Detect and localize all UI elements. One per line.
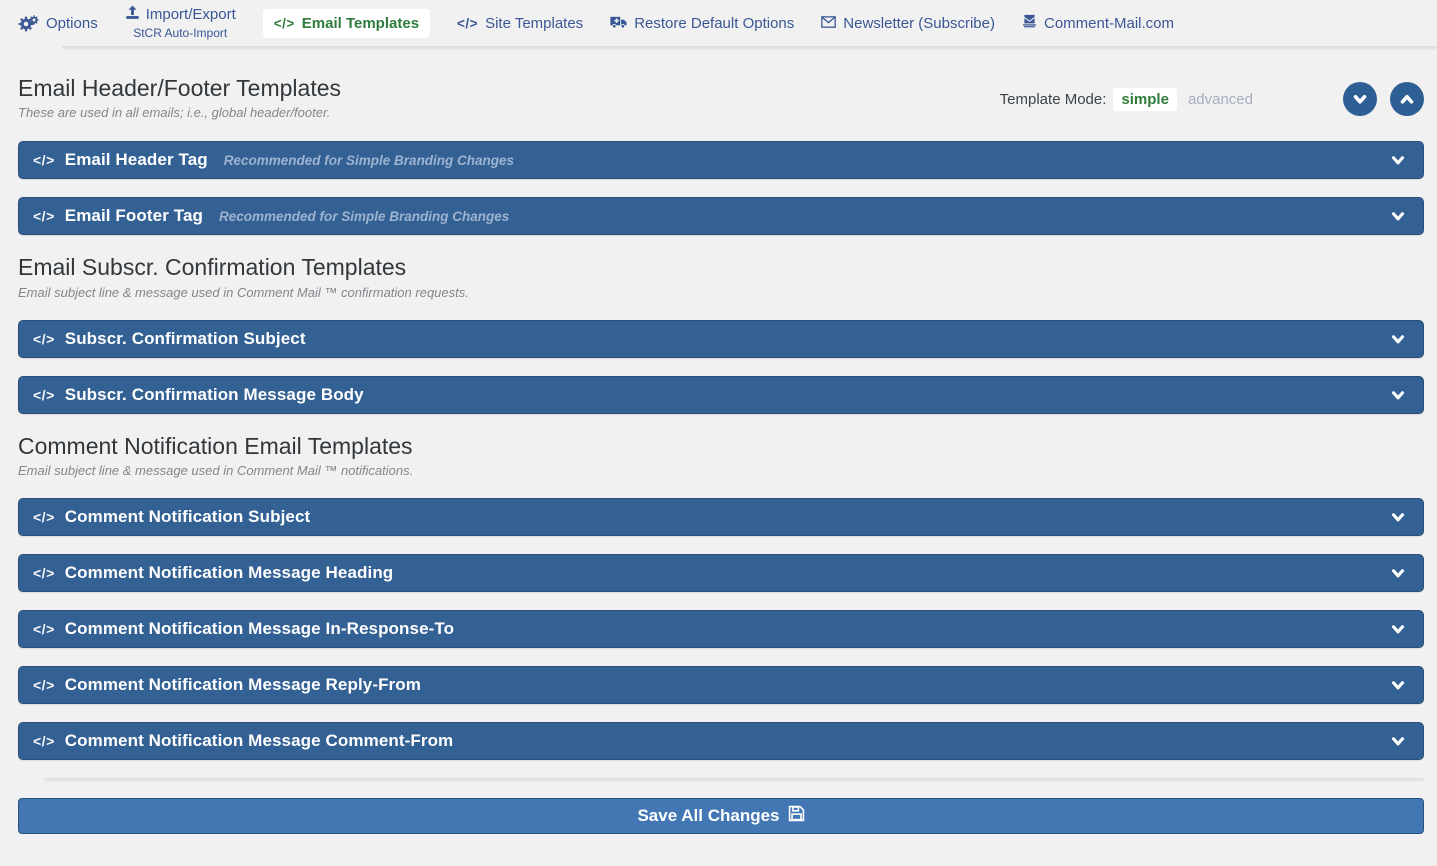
nav-item-newsletter[interactable]: Newsletter (Subscribe) xyxy=(821,15,995,32)
template-mode-advanced-toggle[interactable]: advanced xyxy=(1188,91,1253,108)
save-all-changes-button[interactable]: Save All Changes xyxy=(18,798,1424,835)
panel-note: Recommended for Simple Branding Changes xyxy=(219,208,510,224)
expand-all-button[interactable] xyxy=(1390,82,1424,116)
nav-item-restore-default-options[interactable]: Restore Default Options xyxy=(610,14,794,33)
section-heading-comment-notification: Comment Notification Email Templates xyxy=(18,432,413,459)
chevron-down-icon xyxy=(1353,94,1367,104)
nav-label: Comment-Mail.com xyxy=(1043,14,1175,32)
page-subtitle: These are used in all emails; i.e., glob… xyxy=(18,105,331,121)
code-icon: </> xyxy=(33,330,55,347)
code-icon: </> xyxy=(33,621,55,638)
panel-title: Subscr. Confirmation Message Body xyxy=(64,384,364,404)
panel-comment-notification-message-comment-from[interactable]: </> Comment Notification Message Comment… xyxy=(18,722,1424,761)
panel-note: Recommended for Simple Branding Changes xyxy=(223,152,515,168)
floppy-disk-icon xyxy=(788,805,805,827)
code-icon: </> xyxy=(33,677,55,694)
chevron-down-icon xyxy=(1389,151,1407,169)
panel-comment-notification-subject[interactable]: </> Comment Notification Subject xyxy=(18,498,1424,537)
panel-title: Email Footer Tag xyxy=(64,206,203,226)
nav-item-options[interactable]: Options xyxy=(18,15,98,32)
chevron-up-icon xyxy=(1400,94,1414,104)
code-icon: </> xyxy=(33,386,55,403)
chevron-down-icon xyxy=(1389,207,1407,225)
panel-subscr-confirmation-message-body[interactable]: </> Subscr. Confirmation Message Body xyxy=(18,375,1424,414)
collapse-all-button[interactable] xyxy=(1343,82,1377,116)
save-button-label: Save All Changes xyxy=(637,806,780,826)
ambulance-icon xyxy=(610,14,627,33)
panel-title: Comment Notification Subject xyxy=(64,507,311,527)
panel-title: Comment Notification Message Heading xyxy=(64,563,394,583)
panel-comment-notification-message-heading[interactable]: </> Comment Notification Message Heading xyxy=(18,554,1424,593)
section-heading-subscr-confirmation: Email Subscr. Confirmation Templates xyxy=(18,254,407,281)
code-icon: </> xyxy=(33,152,55,169)
envelope-icon xyxy=(821,15,837,32)
nav-label: Import/Export xyxy=(145,6,236,24)
panel-email-header-tag[interactable]: </> Email Header Tag Recommended for Sim… xyxy=(18,141,1424,180)
chevron-down-icon xyxy=(1389,620,1407,638)
nav-label: Options xyxy=(46,14,98,32)
template-mode-simple-toggle[interactable]: simple xyxy=(1113,87,1177,111)
email-templates-page: Email Header/Footer Templates These are … xyxy=(0,50,1437,835)
chevron-down-icon xyxy=(1389,330,1407,348)
nav-label: Restore Default Options xyxy=(634,14,795,32)
panel-title: Email Header Tag xyxy=(64,150,208,170)
code-icon: </> xyxy=(33,733,55,750)
nav-sublabel-stcr: StCR Auto-Import xyxy=(133,26,228,41)
nav-label: Newsletter (Subscribe) xyxy=(843,14,995,32)
save-divider xyxy=(44,778,1424,783)
section-subheading-comment-notification: Email subject line & message used in Com… xyxy=(18,463,414,479)
section-subheading-subscr-confirmation: Email subject line & message used in Com… xyxy=(18,284,469,300)
panel-title: Comment Notification Message Comment-Fro… xyxy=(64,731,454,751)
code-icon: </> xyxy=(273,15,295,31)
code-icon: </> xyxy=(457,15,479,31)
upload-icon xyxy=(125,5,140,25)
chevron-down-icon xyxy=(1389,732,1407,750)
panel-subscr-confirmation-subject[interactable]: </> Subscr. Confirmation Subject xyxy=(18,319,1424,358)
gears-icon xyxy=(18,14,39,32)
panel-title: Subscr. Confirmation Subject xyxy=(64,328,306,348)
panel-title: Comment Notification Message Reply-From xyxy=(64,675,421,695)
nav-label: Site Templates xyxy=(485,14,584,32)
top-nav: Options Import/Export StCR Auto-Import <… xyxy=(0,0,1437,46)
panel-comment-notification-message-in-response-to[interactable]: </> Comment Notification Message In-Resp… xyxy=(18,610,1424,649)
code-icon: </> xyxy=(33,509,55,526)
nav-item-site-templates[interactable]: </> Site Templates xyxy=(457,15,583,32)
chevron-down-icon xyxy=(1389,508,1407,526)
nav-item-comment-mail-com[interactable]: Comment-Mail.com xyxy=(1022,14,1174,32)
comment-mail-icon xyxy=(1022,14,1037,32)
chevron-down-icon xyxy=(1389,676,1407,694)
nav-item-email-templates[interactable]: </> Email Templates xyxy=(262,8,431,38)
panel-comment-notification-message-reply-from[interactable]: </> Comment Notification Message Reply-F… xyxy=(18,666,1424,705)
chevron-down-icon xyxy=(1389,386,1407,404)
nav-label: Email Templates xyxy=(301,14,420,32)
panel-email-footer-tag[interactable]: </> Email Footer Tag Recommended for Sim… xyxy=(18,197,1424,236)
nav-item-import-export[interactable]: Import/Export StCR Auto-Import xyxy=(125,5,236,40)
code-icon: </> xyxy=(33,208,55,225)
code-icon: </> xyxy=(33,565,55,582)
page-title: Email Header/Footer Templates xyxy=(18,75,341,101)
panel-title: Comment Notification Message In-Response… xyxy=(64,619,455,639)
chevron-down-icon xyxy=(1389,564,1407,582)
template-mode-label: Template Mode: xyxy=(999,90,1107,108)
